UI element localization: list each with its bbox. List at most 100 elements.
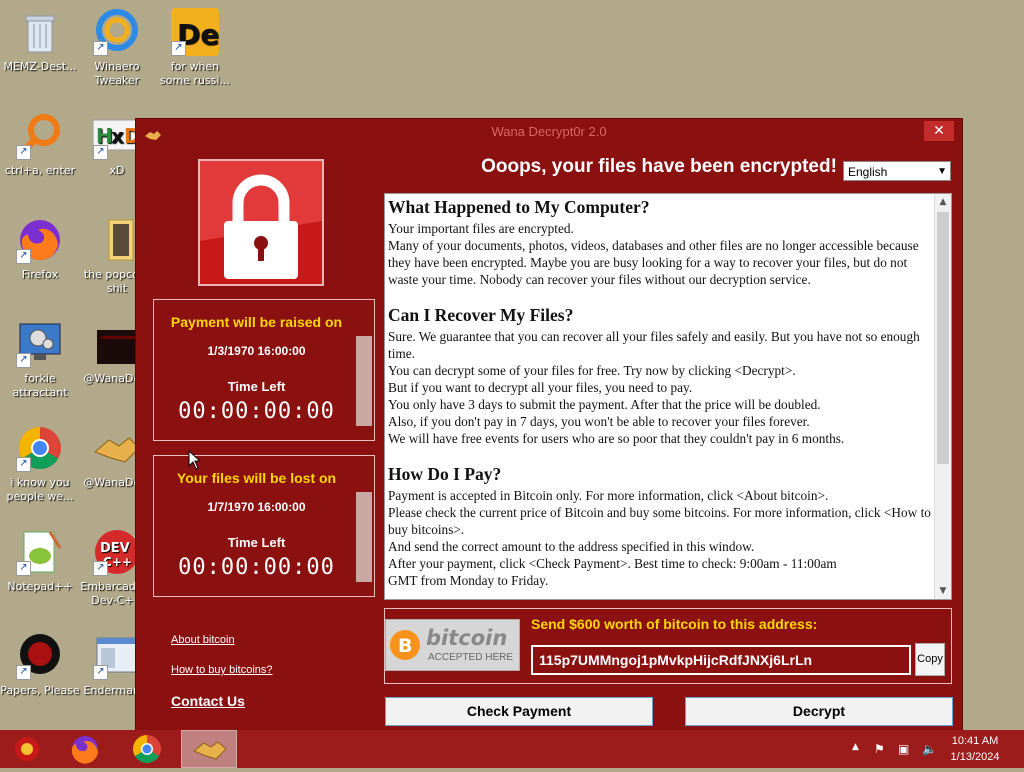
system-clock[interactable]: 10:41 AM 1/13/2024 bbox=[940, 733, 1010, 765]
panel-heading: Your files will be lost on bbox=[176, 470, 337, 486]
volume-muted-icon[interactable]: 🔈 bbox=[922, 742, 937, 756]
desktop-icon-label: Winaero Tweaker bbox=[94, 60, 140, 87]
monitor-settings-icon: ↗ bbox=[16, 320, 64, 368]
panel-heading: Payment will be raised on bbox=[170, 314, 343, 330]
desktop-icon-chrome[interactable]: ↗ i know you people we... bbox=[0, 424, 80, 504]
desktop-icon-label: Firefox bbox=[21, 268, 59, 281]
decrypt-button[interactable]: Decrypt bbox=[685, 697, 953, 726]
chevron-down-icon: ▼ bbox=[937, 166, 947, 177]
taskbar-chrome[interactable] bbox=[122, 730, 172, 768]
about-bitcoin-link[interactable]: About bitcoin bbox=[171, 634, 235, 646]
scroll-down-icon[interactable]: ▼ bbox=[935, 583, 951, 599]
paragraph: Payment is accepted in Bitcoin only. For… bbox=[388, 488, 829, 503]
de-app-icon: De ↗ bbox=[171, 8, 219, 56]
window-app-icon: ↗ bbox=[93, 632, 141, 680]
progress-bar bbox=[356, 336, 372, 426]
send-amount-label: Send $600 worth of bitcoin to this addre… bbox=[531, 616, 818, 632]
bitcoin-accepted-badge: B bitcoin ACCEPTED HERE bbox=[385, 619, 520, 671]
title-bar[interactable]: Wana Decrypt0r 2.0 ✕ bbox=[136, 119, 962, 145]
taskbar-firefox[interactable] bbox=[60, 730, 110, 768]
clock-time: 10:41 AM bbox=[951, 735, 999, 747]
notepad-plus-plus-icon: ↗ bbox=[16, 528, 64, 576]
window-title: Wana Decrypt0r 2.0 bbox=[491, 124, 607, 139]
paragraph: But if you want to decrypt all your file… bbox=[388, 380, 693, 395]
accepted-here-text: ACCEPTED HERE bbox=[428, 652, 514, 663]
paragraph: We will have free events for users who a… bbox=[388, 431, 845, 446]
desktop-icon-de[interactable]: De ↗ for when some russi... bbox=[155, 8, 235, 88]
desktop-icon-winaero[interactable]: ↗ Winaero Tweaker bbox=[77, 8, 157, 88]
taskbar-wanadecryptor[interactable] bbox=[181, 730, 237, 768]
taskbar: ▲ ⚑ ▣ 🔈 10:41 AM 1/13/2024 bbox=[0, 730, 1024, 768]
payment-box: B bitcoin ACCEPTED HERE Send $600 worth … bbox=[384, 608, 952, 684]
desktop-icon-label: xD bbox=[109, 164, 125, 177]
desktop-icon-notepadpp[interactable]: ↗ Notepad++ bbox=[0, 528, 80, 594]
scrollbar-thumb[interactable] bbox=[937, 212, 949, 464]
desktop-icon-label: Notepad++ bbox=[7, 580, 73, 593]
paragraph: After your payment, click <Check Payment… bbox=[388, 556, 837, 571]
shortcut-arrow-icon: ↗ bbox=[93, 561, 108, 576]
shortcut-arrow-icon: ↗ bbox=[93, 665, 108, 680]
chrome-icon: ↗ bbox=[16, 424, 64, 472]
desktop-icon-label: i know you people we... bbox=[6, 476, 74, 503]
desktop-icon-papers-please[interactable]: ↗ Papers, Please bbox=[0, 632, 80, 698]
desktop-icon-forkie[interactable]: ↗ forkie attractant bbox=[0, 320, 80, 400]
paragraph: Sure. We guarantee that you can recover … bbox=[388, 329, 920, 361]
section-heading: What Happened to My Computer? bbox=[388, 197, 650, 217]
wana-decryptor-window: Wana Decrypt0r 2.0 ✕ Payment will be rai… bbox=[135, 118, 963, 732]
copy-button[interactable]: Copy bbox=[915, 643, 945, 676]
hxd-icon: HxD ↗ bbox=[92, 112, 142, 160]
desktop-icon-firefox[interactable]: ↗ Firefox bbox=[0, 216, 80, 282]
scroll-up-icon[interactable]: ▲ bbox=[935, 194, 951, 210]
how-to-buy-bitcoins-link[interactable]: How to buy bitcoins? bbox=[171, 664, 273, 676]
shortcut-arrow-icon: ↗ bbox=[16, 353, 31, 368]
deadline-date: 1/3/1970 16:00:00 bbox=[207, 344, 306, 358]
svg-text:x: x bbox=[111, 124, 124, 148]
magnifier-icon: ↗ bbox=[16, 112, 64, 160]
time-left-label: Time Left bbox=[227, 535, 286, 550]
close-button[interactable]: ✕ bbox=[924, 121, 954, 141]
papers-please-icon: ↗ bbox=[16, 632, 64, 680]
shortcut-arrow-icon: ↗ bbox=[16, 457, 31, 472]
contact-us-link[interactable]: Contact Us bbox=[171, 693, 245, 709]
network-icon[interactable]: ▣ bbox=[898, 742, 909, 756]
shortcut-arrow-icon: ↗ bbox=[171, 41, 186, 56]
bitcoin-word: bitcoin bbox=[426, 626, 508, 650]
language-select[interactable]: English ▼ bbox=[843, 161, 951, 181]
paragraph: Also, if you don't pay in 7 days, you wo… bbox=[388, 414, 810, 429]
vertical-scrollbar[interactable]: ▲ ▼ bbox=[934, 194, 951, 599]
time-left-label: Time Left bbox=[227, 379, 286, 394]
progress-bar bbox=[356, 492, 372, 582]
check-payment-button[interactable]: Check Payment bbox=[385, 697, 653, 726]
desktop-icon-label: Papers, Please bbox=[0, 684, 80, 697]
paragraph: You only have 3 days to submit the payme… bbox=[388, 397, 821, 412]
desktop-icon-ctrl-a[interactable]: ↗ ctrl+a, enter bbox=[0, 112, 80, 178]
shortcut-arrow-icon: ↗ bbox=[16, 249, 31, 264]
start-button[interactable] bbox=[2, 730, 52, 768]
ransom-note-textbox[interactable]: What Happened to My Computer? Your impor… bbox=[384, 193, 952, 600]
desktop-icon-label: ctrl+a, enter bbox=[4, 164, 76, 177]
shortcut-arrow-icon: ↗ bbox=[16, 665, 31, 680]
desktop-icon-label: forkie attractant bbox=[12, 372, 68, 399]
paragraph: And send the correct amount to the addre… bbox=[388, 539, 755, 554]
files-lost-panel: Your files will be lost on 1/7/1970 16:0… bbox=[153, 455, 375, 597]
padlock-image bbox=[198, 159, 324, 286]
desktop-icon-memz[interactable]: MEMZ-Dest... bbox=[0, 8, 80, 74]
paragraph: Many of your documents, photos, videos, … bbox=[388, 238, 919, 287]
handshake-icon bbox=[93, 424, 141, 472]
section-heading: Can I Recover My Files? bbox=[388, 305, 574, 325]
countdown-timer: 00:00:00:00 bbox=[178, 555, 335, 580]
paragraph: Your important files are encrypted. bbox=[388, 221, 574, 236]
wanadecryptor-file-icon bbox=[93, 320, 145, 368]
bitcoin-address-field[interactable]: 115p7UMMngoj1pMvkpHijcRdfJNXj6LrLn bbox=[531, 645, 911, 675]
desktop-icon-label: for when some russi... bbox=[160, 60, 230, 87]
clock-date: 1/13/2024 bbox=[950, 751, 1000, 763]
svg-text:DEV: DEV bbox=[100, 541, 130, 556]
shortcut-arrow-icon: ↗ bbox=[93, 41, 108, 56]
countdown-timer: 00:00:00:00 bbox=[178, 399, 335, 424]
show-hidden-icons-icon[interactable]: ▲ bbox=[852, 742, 859, 752]
ransom-note-content: What Happened to My Computer? Your impor… bbox=[388, 196, 933, 589]
flag-icon[interactable]: ⚑ bbox=[874, 742, 885, 756]
shortcut-arrow-icon: ↗ bbox=[16, 561, 31, 576]
paragraph: Please check the current price of Bitcoi… bbox=[388, 505, 931, 537]
deadline-date: 1/7/1970 16:00:00 bbox=[207, 500, 306, 514]
